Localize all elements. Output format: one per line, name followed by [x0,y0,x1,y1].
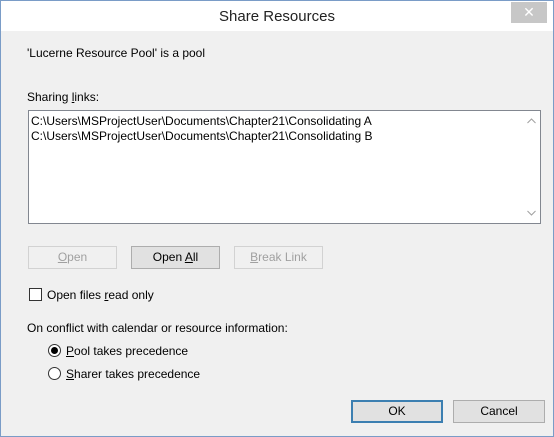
read-only-checkbox[interactable] [29,288,42,301]
dialog-title: Share Resources [219,8,335,25]
list-item[interactable]: C:\Users\MSProjectUser\Documents\Chapter… [31,129,372,143]
close-icon: ✕ [523,4,535,20]
read-only-label[interactable]: Open files read only [47,288,154,302]
sharing-links-label: Sharing links: [27,90,100,104]
open-all-button[interactable]: Open All [131,246,220,269]
conflict-label: On conflict with calendar or resource in… [27,321,288,335]
chevron-up-icon[interactable] [523,113,540,130]
pool-status-text: 'Lucerne Resource Pool' is a pool [27,46,206,60]
chevron-down-icon[interactable] [523,205,540,222]
radio-selected-dot [51,347,58,354]
list-item[interactable]: C:\Users\MSProjectUser\Documents\Chapter… [31,114,372,128]
list-scrollbar[interactable] [523,111,540,223]
share-resources-dialog: Share Resources ✕ 'Lucerne Resource Pool… [0,0,554,437]
open-button[interactable]: Open [28,246,117,269]
sharer-precedence-radio[interactable] [48,367,61,380]
pool-precedence-radio[interactable] [48,344,61,357]
pool-precedence-label[interactable]: Pool takes precedence [66,344,188,358]
sharer-precedence-label[interactable]: Sharer takes precedence [66,367,200,381]
break-link-button[interactable]: Break Link [234,246,323,269]
title-bar: Share Resources ✕ [1,1,553,31]
cancel-button[interactable]: Cancel [453,400,545,423]
close-button[interactable]: ✕ [511,2,547,23]
ok-button[interactable]: OK [351,400,443,423]
sharing-links-list[interactable]: C:\Users\MSProjectUser\Documents\Chapter… [28,110,541,224]
